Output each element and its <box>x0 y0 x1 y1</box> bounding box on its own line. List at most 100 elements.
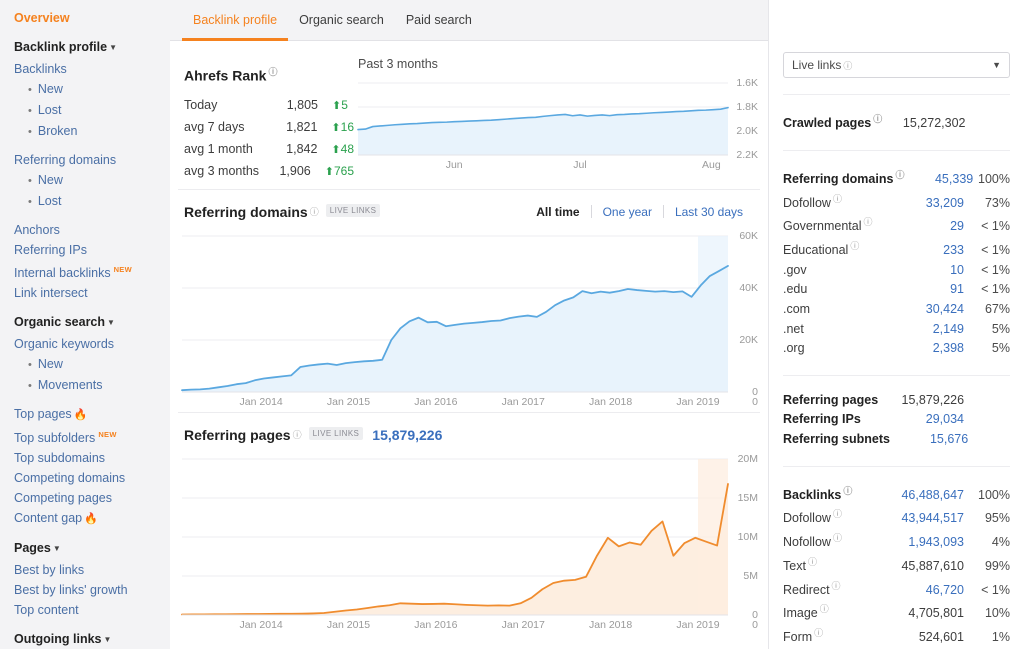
divider <box>783 94 1010 95</box>
sidebar-item-new[interactable]: New <box>14 79 170 100</box>
sidebar-group-outgoing-links[interactable]: Outgoing links ▼ <box>14 629 170 649</box>
stat-value[interactable]: 233 <box>878 241 964 261</box>
sidebar-item-internal-backlinks[interactable]: Internal backlinks NEW <box>14 260 170 283</box>
referring-pages-value[interactable]: 15,879,226 <box>372 427 442 443</box>
info-icon[interactable]: ⓘ <box>843 482 852 502</box>
x-axis-tick: Jul <box>573 159 587 171</box>
rank-label: avg 1 month <box>184 141 253 156</box>
sidebar-item-broken[interactable]: Broken <box>14 121 170 142</box>
sidebar-item-top-subfolders[interactable]: Top subfolders NEW <box>14 425 170 448</box>
stat-value[interactable]: 29 <box>878 217 964 237</box>
info-icon[interactable]: ⓘ <box>820 600 829 620</box>
stat-label-text: Referring pages <box>783 392 879 407</box>
info-icon[interactable]: ⓘ <box>895 166 904 186</box>
referring-pages-title: Referring pages <box>184 426 291 443</box>
sidebar-group-organic-search[interactable]: Organic search ▼ <box>14 312 170 334</box>
sidebar-item-top-subdomains[interactable]: Top subdomains <box>14 448 170 468</box>
sidebar-item-organic-keywords[interactable]: Organic keywords <box>14 334 170 354</box>
sidebar-item-movements[interactable]: Movements <box>14 375 170 396</box>
stat-row--com: .com 30,424 67% <box>783 300 1010 320</box>
tab-organic-search[interactable]: Organic search <box>288 13 395 41</box>
stat-percent: < 1% <box>981 262 1010 277</box>
ahrefs-rank-section: Ahrefs Rank ⓘ Today 1,805 ⬆5 avg 7 days 1… <box>178 41 760 190</box>
info-icon[interactable]: ⓘ <box>268 65 277 78</box>
sidebar-item-anchors[interactable]: Anchors <box>14 220 170 240</box>
info-icon[interactable]: ⓘ <box>864 213 873 233</box>
info-icon[interactable]: ⓘ <box>814 624 823 644</box>
stat-value[interactable]: 45,339 <box>904 170 973 190</box>
filter-last-30-days[interactable]: Last 30 days <box>664 205 754 219</box>
stat-label-text: Referring IPs <box>783 412 861 427</box>
info-icon[interactable]: ⓘ <box>310 205 319 218</box>
info-icon[interactable]: ⓘ <box>293 428 302 441</box>
stat-value[interactable]: 46,488,647 <box>878 486 964 506</box>
recent-band <box>698 235 728 392</box>
crawled-pages-label: Crawled pages ⓘ <box>783 110 882 134</box>
sidebar-item-referring-domains[interactable]: Referring domains <box>14 150 170 170</box>
stat-value[interactable]: 15,676 <box>890 430 968 450</box>
sidebar-item-new[interactable]: New <box>14 170 170 191</box>
stat-value[interactable]: 1,943,093 <box>878 533 964 553</box>
info-icon[interactable]: ⓘ <box>873 110 882 130</box>
info-icon[interactable]: ⓘ <box>832 577 841 597</box>
referring-pages-chart[interactable]: 20M 15M 10M 5M 0 Jan 2014 Jan 2015 Jan 2016 Jan … <box>178 449 760 635</box>
sidebar-item-new[interactable]: New <box>14 354 170 375</box>
sidebar-item-referring-ips[interactable]: Referring IPs <box>14 240 170 260</box>
stat-value[interactable]: 43,944,517 <box>878 509 964 529</box>
stat-value: 4,705,801 <box>908 606 964 621</box>
sidebar-group-backlink-profile[interactable]: Backlink profile ▼ <box>14 37 170 59</box>
info-icon[interactable]: ⓘ <box>833 505 842 525</box>
live-links-chip: LIVE LINKS <box>308 427 364 441</box>
rank-delta: ⬆5 <box>332 97 348 112</box>
sidebar-group-pages[interactable]: Pages ▼ <box>14 538 170 560</box>
stat-label-text: Backlinks <box>783 487 842 502</box>
info-icon[interactable]: ⓘ <box>833 190 842 210</box>
stat-value[interactable]: 2,398 <box>878 339 964 359</box>
tab-paid-search[interactable]: Paid search <box>395 13 483 41</box>
stat-label-text: Redirect <box>783 582 830 597</box>
info-icon[interactable]: ⓘ <box>808 553 817 573</box>
info-icon[interactable]: ⓘ <box>850 237 859 257</box>
ahrefs-rank-chart[interactable]: Past 3 months 1.6K 1.8K 2.0K 2.2K Jun Jul Aug <box>354 53 760 183</box>
sidebar-item-link-intersect[interactable]: Link intersect <box>14 283 170 303</box>
stat-value[interactable]: 91 <box>878 280 964 300</box>
filter-all-time[interactable]: All time <box>525 205 590 219</box>
referring-domains-chart[interactable]: 60K 40K 20K 0 Jan 2014 Jan 2015 Jan 2016 Jan 20… <box>178 226 760 412</box>
stat-row-governmental: Governmental ⓘ 29 < 1% <box>783 213 1010 237</box>
sidebar-item-top-content[interactable]: Top content <box>14 600 170 620</box>
x-axis-tick: Jan 2018 <box>589 395 633 408</box>
rank-delta: ⬆48 <box>331 141 354 156</box>
sidebar-item-competing-pages[interactable]: Competing pages <box>14 488 170 508</box>
sidebar-item-backlinks[interactable]: Backlinks <box>14 59 170 79</box>
stat-label: Dofollow ⓘ <box>783 505 878 529</box>
sidebar-item-lost[interactable]: Lost <box>14 191 170 212</box>
info-icon[interactable]: ⓘ <box>843 59 852 72</box>
stat-value[interactable]: 29,034 <box>878 410 964 430</box>
tab-backlink-profile[interactable]: Backlink profile <box>182 13 289 41</box>
stat-value[interactable]: 46,720 <box>878 581 964 601</box>
sidebar-item-overview[interactable]: Overview <box>14 8 170 28</box>
sidebar-item-best-by-links[interactable]: Best by links <box>14 560 170 580</box>
ahrefs-rank-title: Ahrefs Rank ⓘ <box>184 65 278 84</box>
sidebar-item-top-pages[interactable]: Top pages 🔥 <box>14 404 170 425</box>
live-links-select[interactable]: Live links ⓘ ▼ <box>783 52 1010 78</box>
filter-one-year[interactable]: One year <box>592 205 663 219</box>
stat-label-text: Governmental <box>783 219 862 234</box>
sidebar-item-content-gap[interactable]: Content gap 🔥 <box>14 508 170 529</box>
sidebar-item-label: Lost <box>37 103 62 117</box>
chart-area <box>358 107 728 155</box>
x-axis-tick: Jan 2015 <box>326 395 371 408</box>
stat-value[interactable]: 33,209 <box>878 194 964 214</box>
arrow-up-icon: ⬆ <box>324 165 334 178</box>
sidebar-item-lost[interactable]: Lost <box>14 100 170 121</box>
info-icon[interactable]: ⓘ <box>833 529 842 549</box>
stat-row-nofollow: Nofollow ⓘ 1,943,093 4% <box>783 529 1010 553</box>
stat-value[interactable]: 2,149 <box>878 320 964 340</box>
sidebar-item-competing-domains[interactable]: Competing domains <box>14 468 170 488</box>
stat-value[interactable]: 30,424 <box>878 300 964 320</box>
sidebar-item-label: Internal backlinks <box>14 266 111 281</box>
stat-label: Governmentalⓘ <box>783 213 878 237</box>
stat-value[interactable]: 10 <box>878 261 964 281</box>
sidebar-item-best-by-links-growth[interactable]: Best by links' growth <box>14 580 170 600</box>
